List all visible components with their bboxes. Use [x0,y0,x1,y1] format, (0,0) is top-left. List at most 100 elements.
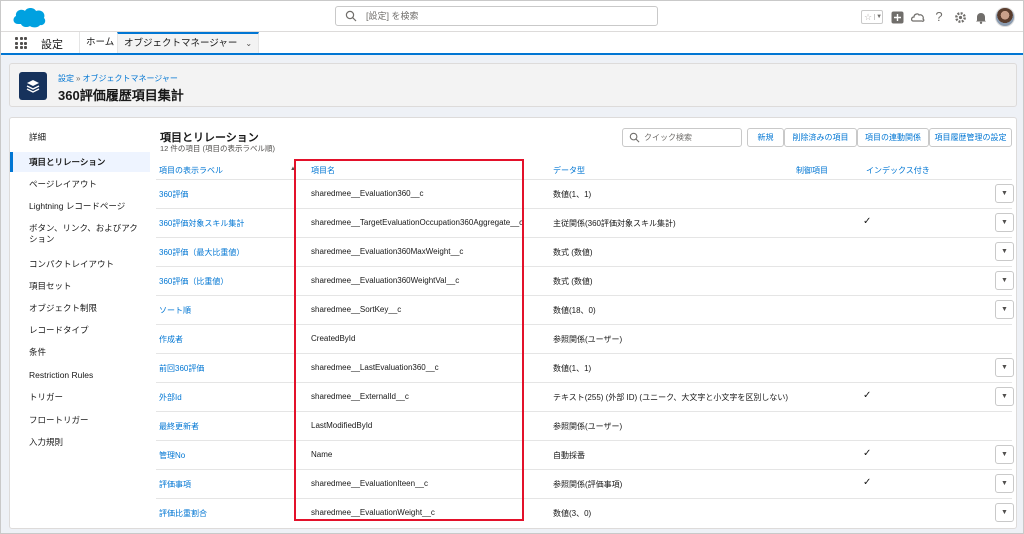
new-button[interactable]: 新規 [747,128,784,147]
row-actions-menu-button[interactable]: ▼ [995,184,1014,203]
chevron-down-icon[interactable]: ⌄ [245,34,252,53]
column-header-indexed[interactable]: インデックス付き [866,165,930,176]
help-icon[interactable]: ? [932,10,946,24]
field-dependencies-button[interactable]: 項目の連動関係 [857,128,929,147]
row-actions-menu-button[interactable]: ▼ [995,271,1014,290]
row-actions-menu-button[interactable]: ▼ [995,387,1014,406]
app-launcher-icon[interactable] [15,37,27,49]
column-header-field-name[interactable]: 項目名 [311,165,335,176]
breadcrumb-setup[interactable]: 設定 [58,74,74,83]
table-row: ソート順 sharedmee__SortKey__c 数値(18、0) ▼ [156,295,1014,324]
sidebar-item-validation-rules[interactable]: 入力規則 [10,437,150,448]
quick-search-input[interactable] [644,131,739,144]
table-row: 360評価 sharedmee__Evaluation360__c 数値(1、1) ▼ [156,179,1014,208]
field-api-name: LastModifiedById [311,421,373,430]
tab-home-label: ホーム [86,37,115,48]
breadcrumb-object-manager[interactable]: オブジェクトマネージャー [82,74,177,83]
global-search[interactable] [335,6,658,26]
table-row: 評価比重割合 sharedmee__EvaluationWeight__c 数値(3… [156,498,1014,527]
star-icon: ☆ [864,11,873,22]
tab-home[interactable]: ホーム [79,32,120,53]
sort-ascending-icon: ▲ [290,166,296,172]
salesforce-logo-icon[interactable] [11,5,47,29]
field-label-link[interactable]: 評価比重割合 [159,508,207,519]
chevron-down-icon: ▼ [1001,219,1008,226]
sidebar-item-field-sets[interactable]: 項目セット [10,281,150,292]
field-label-link[interactable]: 360評価 [159,189,188,200]
indexed-check-icon: ✓ [863,390,872,401]
sidebar-item-conditions[interactable]: 条件 [10,347,150,358]
table-row: 前回360評価 sharedmee__LastEvaluation360__c 数値… [156,353,1014,382]
global-header: ☆▼ ? [1,1,1023,32]
field-api-name: sharedmee__SortKey__c [311,305,402,314]
avatar[interactable] [995,7,1015,27]
favorites-button[interactable]: ☆ ▼ [861,10,883,24]
field-api-name: CreatedById [311,334,356,343]
field-data-type: 数値(1、1) [553,364,592,373]
row-actions-menu-button[interactable]: ▼ [995,213,1014,232]
field-data-type: 参照関係(評価事項) [553,480,623,489]
sidebar-item-fields-relationships[interactable]: 項目とリレーション [10,152,150,172]
field-data-type: 数式 (数値) [553,277,593,286]
row-actions-menu-button[interactable]: ▼ [995,358,1014,377]
field-api-name: sharedmee__EvaluationIteen__c [311,479,428,488]
bell-icon[interactable] [974,10,988,24]
sidebar-item-flow-triggers[interactable]: フロートリガー [10,415,150,426]
sidebar-item-details[interactable]: 詳細 [10,132,150,143]
trailhead-icon[interactable] [911,10,925,24]
sidebar-item-triggers[interactable]: トリガー [10,392,150,403]
tab-object-manager[interactable]: オブジェクトマネージャー ⌄ [117,32,260,53]
field-label-link[interactable]: ソート順 [159,305,191,316]
chevron-down-icon: ▼ [1001,393,1008,400]
chevron-down-icon: ▼ [1001,364,1008,371]
field-data-type: 数値(3、0) [553,509,592,518]
field-api-name: sharedmee__Evaluation360MaxWeight__c [311,247,464,256]
chevron-down-icon: ▼ [1001,509,1008,516]
sidebar-item-object-limits[interactable]: オブジェクト制限 [10,303,150,314]
chevron-down-icon: ▼ [1001,306,1008,313]
field-label-link[interactable]: 評価事項 [159,479,191,490]
gear-icon[interactable] [953,10,967,24]
set-history-tracking-button[interactable]: 項目履歴管理の設定 [929,128,1012,147]
row-actions-menu-button[interactable]: ▼ [995,242,1014,261]
sidebar-item-compact-layouts[interactable]: コンパクトレイアウト [10,259,150,270]
sidebar-item-restriction-rules[interactable]: Restriction Rules [10,370,150,381]
field-label-link[interactable]: 前回360評価 [159,363,204,374]
header-utility-icons: ☆ ▼ ? [861,6,1015,28]
field-label-link[interactable]: 管理No [159,450,185,461]
add-icon[interactable] [890,10,904,24]
fields-section: 項目とリレーション 12 件の項目 (項目の表示ラベル順) 新規 削除済みの項目… [156,118,1016,528]
column-header-field-label[interactable]: 項目の表示ラベル [159,165,223,176]
breadcrumb: 設定» オブジェクトマネージャー [58,73,178,84]
field-label-link[interactable]: 360評価（比重値） [159,276,228,287]
page-title: 360評価履歴項目集計 [58,88,184,103]
quick-search[interactable] [622,128,742,147]
deleted-fields-button[interactable]: 削除済みの項目 [784,128,857,147]
field-label-link[interactable]: 外部Id [159,392,182,403]
object-layers-icon [19,72,47,100]
row-actions-menu-button[interactable]: ▼ [995,300,1014,319]
column-header-data-type[interactable]: データ型 [553,165,585,176]
section-subtitle: 12 件の項目 (項目の表示ラベル順) [160,144,276,153]
row-actions-menu-button[interactable]: ▼ [995,503,1014,522]
field-api-name: sharedmee__ExternalId__c [311,392,409,401]
field-label-link[interactable]: 最終更新者 [159,421,199,432]
sidebar-item-lightning-record-pages[interactable]: Lightning レコードページ [10,201,150,212]
indexed-check-icon: ✓ [863,216,872,227]
table-row: 作成者 CreatedById 参照関係(ユーザー) [156,324,1012,353]
row-actions-menu-button[interactable]: ▼ [995,474,1014,493]
chevron-down-icon[interactable]: ▼ [874,14,883,20]
sidebar-item-page-layouts[interactable]: ページレイアウト [10,179,150,190]
field-label-link[interactable]: 作成者 [159,334,183,345]
global-search-input[interactable] [366,9,646,23]
row-actions-menu-button[interactable]: ▼ [995,445,1014,464]
field-label-link[interactable]: 360評価対象スキル集計 [159,218,244,229]
sidebar-item-record-types[interactable]: レコードタイプ [10,325,150,336]
field-api-name: sharedmee__EvaluationWeight__c [311,508,435,517]
field-data-type: 参照関係(ユーザー) [553,422,623,431]
column-header-controlling-field[interactable]: 制御項目 [796,165,828,176]
field-label-link[interactable]: 360評価（最大比重値） [159,247,244,258]
sidebar-item-buttons-links-actions[interactable]: ボタン、リンク、およびアクション [10,223,144,245]
field-data-type: 自動採番 [553,451,585,460]
field-api-name: Name [311,450,333,459]
